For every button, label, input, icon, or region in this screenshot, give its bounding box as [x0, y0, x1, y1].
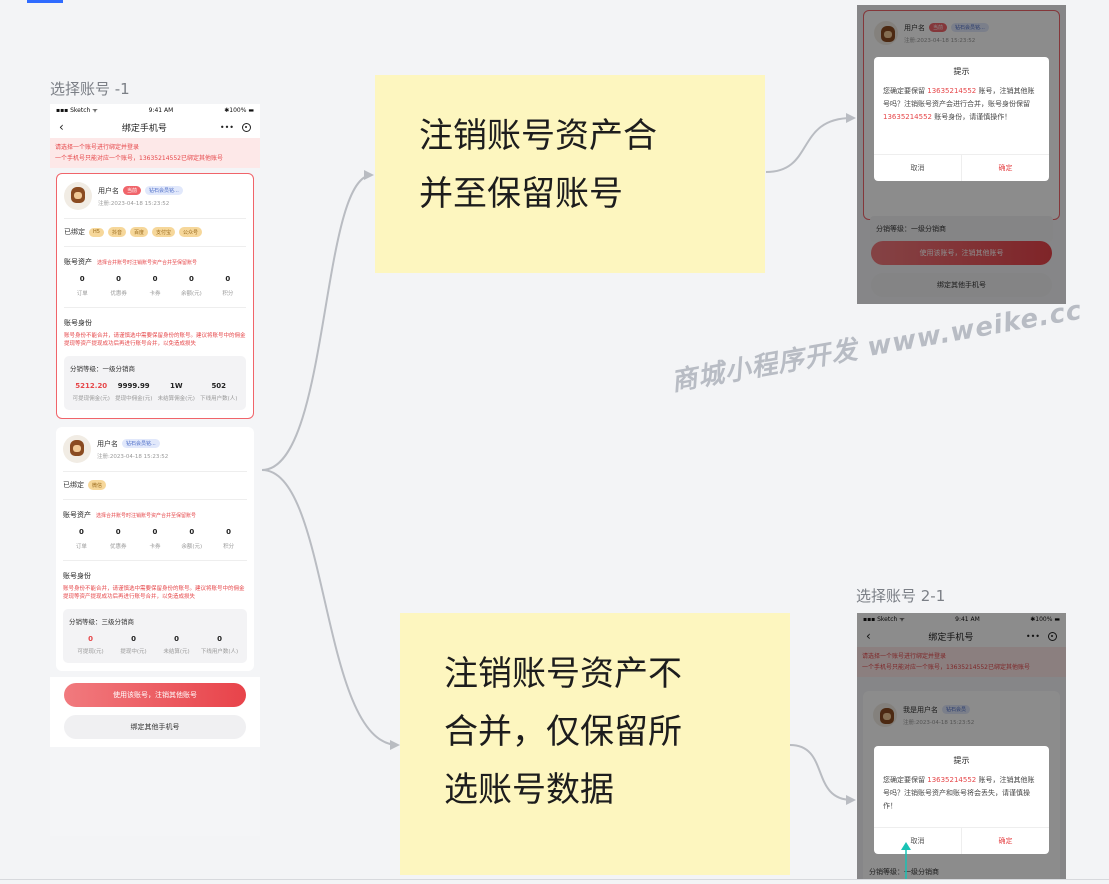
arrow-to-dialog-1 — [765, 117, 853, 173]
frame-title-right: 选择账号 2-1 — [856, 587, 946, 605]
dialog-screen-2: ▪▪▪ Sketch ᯤ 9:41 AM ✱100% ▬ ‹ 绑定手机号 •••… — [857, 613, 1066, 879]
dialog-confirm-button[interactable]: 确定 — [962, 155, 1049, 181]
confirm-dialog-1: 提示 您确定要保留 13635214552 账号，注销其他账号吗？注销账号资产会… — [874, 57, 1049, 181]
bottom-divider — [0, 879, 1109, 880]
dialog-message: 您确定要保留 13635214552 账号，注销其他账号吗？注销账号资产会进行合… — [883, 87, 1035, 121]
dialog-title: 提示 — [953, 67, 970, 76]
arrow-to-merge-note — [261, 174, 373, 471]
note-merge-assets: 注销账号资产合 并至保留账号 — [375, 75, 765, 273]
cursor-pointer-icon — [901, 842, 911, 879]
dialog-cancel-button[interactable]: 取消 — [874, 155, 962, 181]
arrow-to-dialog-2 — [789, 744, 853, 801]
arrow-to-nomerge-note — [261, 469, 399, 746]
dialog-screen-1: 用户名 当前 钻石会员铭... 注册:2023-04-18 15:23:52 分… — [857, 5, 1066, 304]
note-no-merge: 注销账号资产不 合并，仅保留所 选账号数据 — [400, 613, 790, 875]
